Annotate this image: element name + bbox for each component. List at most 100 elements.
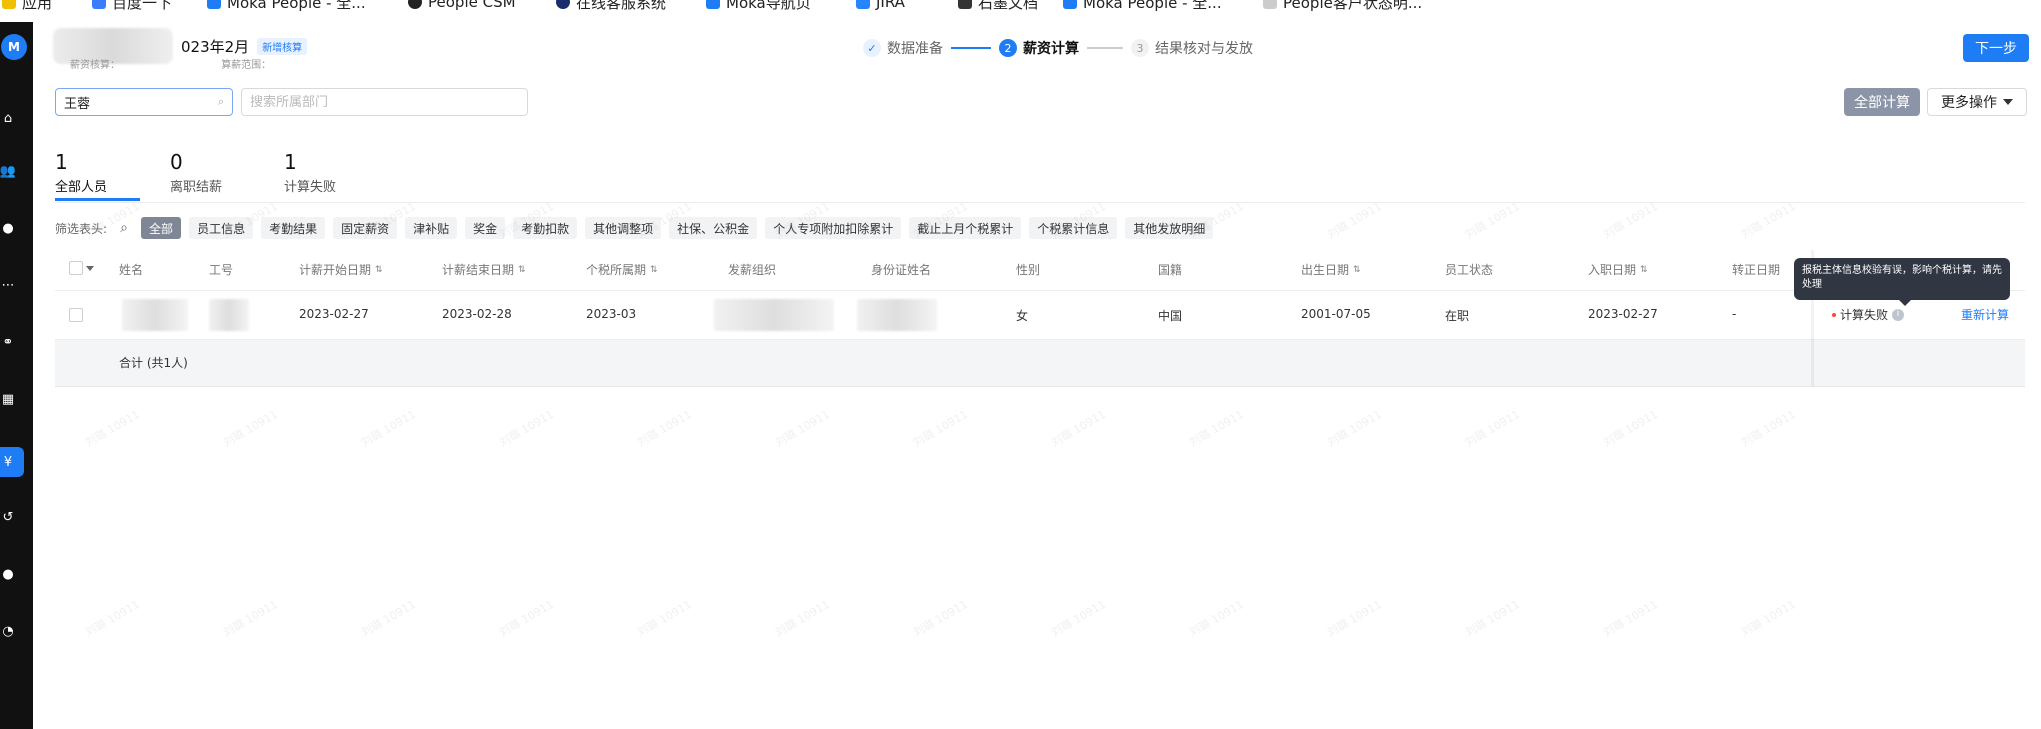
watermark-text: 刘璐 10911 <box>635 407 694 450</box>
watermark-text: 刘璐 10911 <box>773 407 832 450</box>
document-icon <box>1263 0 1277 9</box>
bookmark-people-csm[interactable]: People CSM <box>408 0 516 12</box>
more-operations-button[interactable]: 更多操作 <box>1927 88 2027 116</box>
profile-icon[interactable]: ● <box>0 566 16 582</box>
tab-all-employees[interactable]: 1 全部人员 <box>55 150 107 195</box>
employee-name-input[interactable] <box>56 89 232 115</box>
watermark-text: 刘璐 10911 <box>1325 597 1384 640</box>
bookmark-shimo[interactable]: 石墨文档 <box>958 0 1038 12</box>
column-name[interactable]: 姓名 <box>119 261 143 278</box>
column-hire-date[interactable]: 入职日期 ⇅ <box>1588 261 1648 278</box>
employee-name-search[interactable]: ⌕ <box>55 88 233 116</box>
filter-chip-social-security[interactable]: 社保、公积金 <box>669 217 758 239</box>
watermark-text: 刘璐 10911 <box>635 597 694 640</box>
org-chart-icon[interactable]: ⋯ <box>0 277 16 293</box>
tab-resigned-settlement[interactable]: 0 离职结薪 <box>170 150 222 195</box>
column-tax-period[interactable]: 个税所属期 ⇅ <box>586 261 658 278</box>
column-id-card-name[interactable]: 身份证姓名 <box>871 261 931 278</box>
table-row[interactable]: 2023-02-27 2023-02-28 2023-03 女 中国 2001-… <box>55 291 2025 340</box>
step-result-review[interactable]: 3 结果核对与发放 <box>1131 38 1253 58</box>
select-all-checkbox[interactable] <box>69 261 83 275</box>
watermark-text: 刘璐 10911 <box>497 407 556 450</box>
sort-icon[interactable]: ⇅ <box>518 265 526 275</box>
column-nationality[interactable]: 国籍 <box>1158 261 1182 278</box>
report-icon[interactable]: ↺ <box>0 509 16 525</box>
filter-chip-allowance[interactable]: 津补贴 <box>405 217 458 239</box>
team-icon[interactable]: ⚭ <box>0 334 16 350</box>
bookmark-online-service[interactable]: 在线客服系统 <box>556 0 666 12</box>
apps-icon <box>2 0 16 9</box>
payroll-subline-left: 薪资核算： <box>70 60 120 71</box>
column-employee-id[interactable]: 工号 <box>209 261 233 278</box>
blurred-name <box>122 299 188 331</box>
bookmark-moka-2[interactable]: Moka People - 全... <box>1063 0 1222 12</box>
watermark-text: 刘璐 10911 <box>1049 597 1108 640</box>
sort-icon[interactable]: ⇅ <box>650 265 658 275</box>
column-start-date[interactable]: 计薪开始日期 ⇅ <box>299 261 383 278</box>
service-icon <box>556 0 570 9</box>
bookmark-moka-1[interactable]: Moka People - 全... <box>207 0 366 12</box>
watermark-text: 刘璐 10911 <box>1601 597 1660 640</box>
table-header: 姓名 工号 计薪开始日期 ⇅ 计薪结束日期 ⇅ 个税所属期 ⇅ 发薪组织 身份证姓名 … <box>55 250 2025 291</box>
step-salary-calc-label: 薪资计算 <box>1023 41 1079 57</box>
resigned-settlement-label: 离职结薪 <box>170 180 223 195</box>
search-icon: ⌕ <box>217 95 224 108</box>
department-search[interactable] <box>241 88 528 116</box>
step-data-prep[interactable]: ✓ 数据准备 <box>863 38 943 58</box>
row-checkbox[interactable] <box>69 308 83 322</box>
history-icon[interactable]: ◔ <box>0 623 16 639</box>
person-icon[interactable]: ● <box>0 220 16 236</box>
bookmark-apps[interactable]: 应用 <box>2 0 52 12</box>
watermark-text: 刘璐 10911 <box>1325 199 1384 242</box>
column-start-date-label: 计薪开始日期 <box>299 263 372 277</box>
column-gender[interactable]: 性别 <box>1016 261 1040 278</box>
filter-chip-all[interactable]: 全部 <box>141 217 182 239</box>
select-all-dropdown-icon[interactable] <box>86 266 94 271</box>
calc-failed-tooltip: 报税主体信息校验有误，影响个税计算，请先处理 <box>1794 258 2010 306</box>
bookmark-jira[interactable]: JIRA <box>856 0 905 12</box>
watermark-text: 刘璐 10911 <box>1739 199 1798 242</box>
bookmark-people-status[interactable]: People客户状态明... <box>1263 0 1422 12</box>
column-end-date[interactable]: 计薪结束日期 ⇅ <box>442 261 526 278</box>
users-icon[interactable]: 👥 <box>0 163 16 179</box>
sort-icon[interactable]: ⇅ <box>375 265 383 275</box>
watermark-text: 刘璐 10911 <box>221 597 280 640</box>
row-start-date: 2023-02-27 <box>299 307 369 321</box>
column-regularization-date[interactable]: 转正日期 <box>1732 261 1780 278</box>
summary-tabs: 1 全部人员 0 离职结薪 1 计算失败 <box>55 150 2025 203</box>
step-connector-1 <box>951 47 991 49</box>
bookmark-baidu[interactable]: 百度一下 <box>92 0 172 12</box>
watermark-text: 刘璐 10911 <box>1601 199 1660 242</box>
watermark-text: 刘璐 10911 <box>1601 407 1660 450</box>
column-hire-date-label: 入职日期 <box>1588 263 1637 277</box>
sort-icon[interactable]: ⇅ <box>1353 265 1361 275</box>
payroll-steps: ✓ 数据准备 2 薪资计算 3 结果核对与发放 <box>863 38 1253 58</box>
recalculate-link[interactable]: 重新计算 <box>1961 306 2009 323</box>
next-step-button[interactable]: 下一步 <box>1963 34 2029 62</box>
salary-icon[interactable]: ¥ <box>0 454 16 470</box>
watermark-text: 刘璐 10911 <box>1463 199 1522 242</box>
calculation-failed-count: 1 <box>284 150 297 174</box>
row-employee-status: 在职 <box>1445 309 1470 323</box>
department-search-input[interactable] <box>242 89 527 115</box>
step-salary-calc[interactable]: 2 薪资计算 <box>999 38 1079 58</box>
watermark-text: 刘璐 10911 <box>1187 407 1246 450</box>
calculate-all-button[interactable]: 全部计算 <box>1844 88 1920 116</box>
step-result-review-label: 结果核对与发放 <box>1155 41 1253 57</box>
home-icon[interactable]: ⌂ <box>0 110 16 126</box>
sort-icon[interactable]: ⇅ <box>1640 265 1648 275</box>
column-pay-organization[interactable]: 发薪组织 <box>728 261 776 278</box>
blurred-pay-organization <box>714 299 834 331</box>
moka-logo-icon[interactable]: M <box>1 34 27 60</box>
watermark-text: 刘璐 10911 <box>83 597 142 640</box>
column-id-card-name-label: 身份证姓名 <box>871 263 932 277</box>
bookmark-moka-nav[interactable]: Moka导航页 <box>706 0 811 12</box>
calendar-icon[interactable]: ▦ <box>0 391 16 407</box>
info-icon[interactable]: i <box>1892 308 1905 321</box>
tab-calculation-failed[interactable]: 1 计算失败 <box>284 150 336 195</box>
column-employee-status[interactable]: 员工状态 <box>1445 261 1493 278</box>
column-birth-date[interactable]: 出生日期 ⇅ <box>1301 261 1361 278</box>
column-employee-id-label: 工号 <box>209 263 234 277</box>
filter-chip-attendance-results[interactable]: 考勤结果 <box>261 217 326 239</box>
calculation-failed-label: 计算失败 <box>284 180 337 195</box>
